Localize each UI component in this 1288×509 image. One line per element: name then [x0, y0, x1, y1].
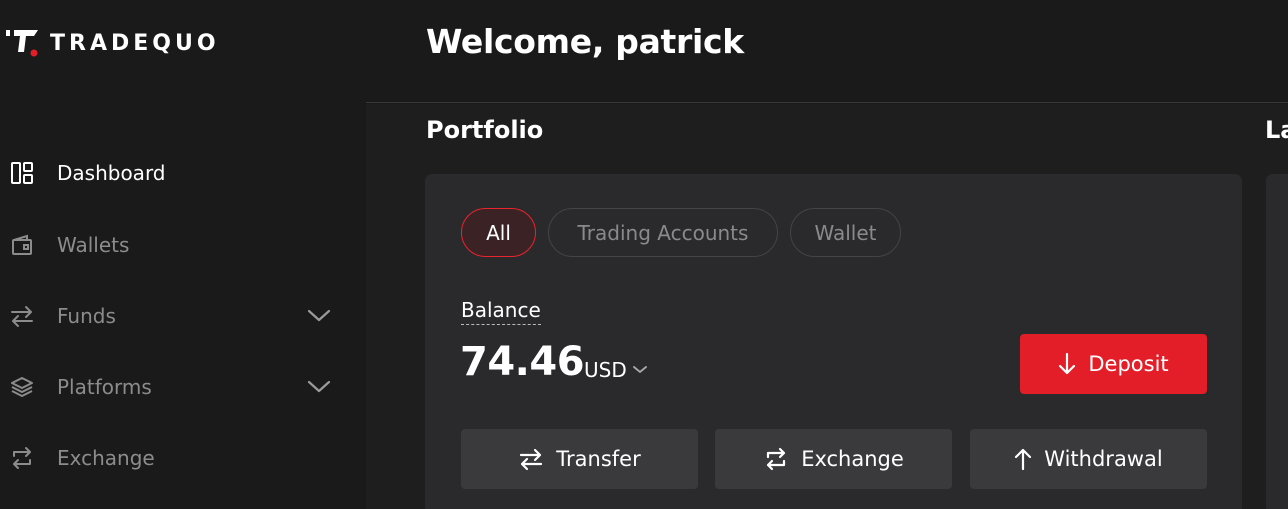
- sidebar-item-label: Dashboard: [57, 161, 166, 185]
- side-panel-title: La: [1265, 116, 1288, 144]
- sidebar-item-platforms[interactable]: Platforms: [0, 367, 340, 407]
- brand-name: TRADEQUO: [50, 30, 220, 56]
- filter-chip-wallet[interactable]: Wallet: [790, 208, 901, 257]
- chevron-down-icon[interactable]: [305, 302, 333, 330]
- brand-logo[interactable]: TRADEQUO: [4, 28, 220, 58]
- exchange-label: Exchange: [801, 447, 904, 471]
- balance-label[interactable]: Balance: [461, 298, 541, 325]
- transfer-arrows-icon: [520, 448, 543, 471]
- sidebar-item-funds[interactable]: Funds: [0, 296, 340, 336]
- sidebar-item-dashboard[interactable]: Dashboard: [0, 153, 340, 193]
- sidebar: TRADEQUO Dashboard Wallets Funds Platfor…: [0, 0, 366, 509]
- sidebar-item-label: Funds: [57, 304, 116, 328]
- side-panel-card: [1266, 174, 1288, 509]
- deposit-label: Deposit: [1088, 352, 1169, 376]
- sidebar-item-wallets[interactable]: Wallets: [0, 225, 340, 265]
- dashboard-icon: [8, 159, 36, 187]
- arrow-down-icon: [1059, 352, 1076, 375]
- arrow-up-icon: [1015, 448, 1032, 471]
- transfer-arrows-icon: [8, 302, 36, 330]
- exchange-button[interactable]: Exchange: [715, 429, 952, 489]
- wallet-icon: [8, 231, 36, 259]
- top-header: Welcome, patrick: [366, 0, 1288, 103]
- exchange-icon: [767, 447, 786, 471]
- portfolio-title: Portfolio: [426, 116, 544, 144]
- sidebar-item-exchange[interactable]: Exchange: [0, 438, 340, 478]
- withdrawal-button[interactable]: Withdrawal: [970, 429, 1207, 489]
- currency-selector[interactable]: USD: [584, 358, 647, 382]
- transfer-label: Transfer: [556, 447, 641, 471]
- balance-value: 74.46: [460, 339, 585, 385]
- sidebar-item-label: Exchange: [57, 446, 155, 470]
- layers-icon: [8, 373, 36, 401]
- filter-chip-all[interactable]: All: [461, 208, 536, 257]
- sidebar-item-label: Platforms: [57, 375, 152, 399]
- currency-label: USD: [584, 358, 627, 382]
- welcome-title: Welcome, patrick: [426, 22, 744, 61]
- chevron-down-icon[interactable]: [305, 373, 333, 401]
- filter-chip-trading-accounts[interactable]: Trading Accounts: [548, 208, 778, 257]
- exchange-icon: [8, 444, 36, 472]
- withdrawal-label: Withdrawal: [1044, 447, 1163, 471]
- tradequo-logo-icon: [4, 28, 42, 58]
- sidebar-item-label: Wallets: [57, 233, 130, 257]
- chevron-down-icon: [632, 366, 647, 374]
- transfer-button[interactable]: Transfer: [461, 429, 698, 489]
- deposit-button[interactable]: Deposit: [1020, 334, 1207, 394]
